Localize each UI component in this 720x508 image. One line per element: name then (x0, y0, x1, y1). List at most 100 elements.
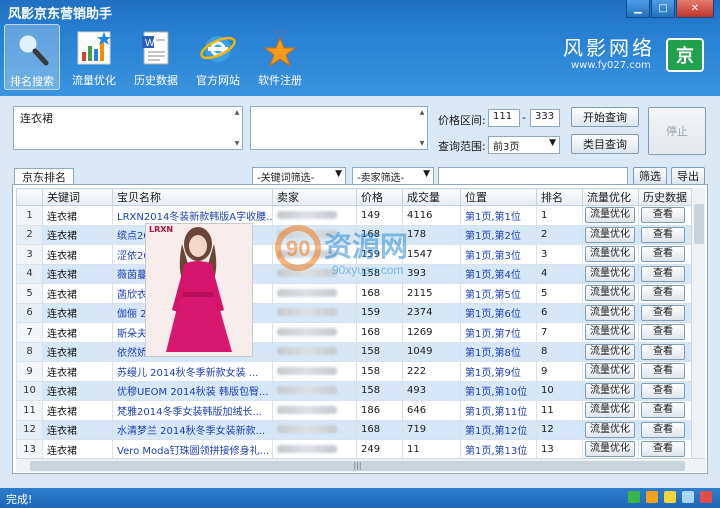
table-row[interactable]: 9 连衣裙 苏缦儿 2014秋冬季新款女装 ... 158 222 第1页,第9位 9 流量优… (16, 361, 691, 382)
seller-cell (272, 419, 357, 440)
column-header[interactable]: 历史数据 (638, 188, 691, 206)
grid-horizontal-scrollbar[interactable]: ||| (16, 458, 706, 472)
view-history-button[interactable]: 查看 (641, 285, 685, 302)
toolbar-traffic-optimize[interactable]: 流量优化 (66, 24, 122, 90)
table-row[interactable]: 11 连衣裙 梵雅2014冬季女装韩版加绒长... 186 646 第1页,第11位 11 流… (16, 400, 691, 421)
column-header[interactable]: 流量优化 (582, 188, 639, 206)
view-history-button[interactable]: 查看 (641, 363, 685, 380)
stop-button[interactable]: 停止 (648, 107, 706, 155)
position-cell: 第1页,第8位 (460, 341, 537, 362)
traffic-optimize-button[interactable]: 流量优化 (585, 207, 635, 224)
product-name-cell[interactable]: 苏缦儿 2014秋冬季新款女装 ... (112, 361, 273, 382)
secondary-scrollbar[interactable]: ▲ ▼ (417, 107, 427, 149)
table-row[interactable]: 13 连衣裙 Vero Moda钉珠圆领拼接修身礼... 249 11 第1页,第13位 1… (16, 439, 691, 458)
row-index: 2 (16, 224, 43, 245)
toolbar-history-data[interactable]: W 历史数据 (128, 24, 184, 90)
start-query-button[interactable]: 开始查询 (571, 107, 639, 127)
scroll-thumb[interactable] (694, 204, 704, 244)
history-cell: 查看 (638, 244, 691, 265)
view-history-button[interactable]: 查看 (641, 265, 685, 282)
traffic-optimize-button[interactable]: 流量优化 (585, 226, 635, 243)
table-row[interactable]: 6 连衣裙 伽俪 2 159 2374 第1页,第6位 6 流量优化 查看 (16, 302, 691, 323)
view-history-button[interactable]: 查看 (641, 304, 685, 321)
keyword-input-secondary[interactable]: ▲ ▼ (250, 106, 428, 150)
view-history-button[interactable]: 查看 (641, 402, 685, 419)
traffic-optimize-button[interactable]: 流量优化 (585, 382, 635, 399)
product-name-cell[interactable]: Vero Moda钉珠圆领拼接修身礼... (112, 439, 273, 458)
position-cell: 第1页,第12位 (460, 419, 537, 440)
optimize-cell: 流量优化 (582, 322, 639, 343)
price-cell: 168 (356, 322, 403, 343)
price-max-input[interactable]: 333 (530, 109, 560, 127)
view-history-button[interactable]: 查看 (641, 382, 685, 399)
view-history-button[interactable]: 查看 (641, 324, 685, 341)
column-header[interactable] (16, 188, 43, 206)
rank-cell: 12 (536, 419, 583, 440)
rank-cell: 9 (536, 361, 583, 382)
optimize-cell: 流量优化 (582, 439, 639, 458)
traffic-optimize-button[interactable]: 流量优化 (585, 246, 635, 263)
scroll-thumb[interactable]: ||| (30, 461, 685, 471)
column-header[interactable]: 价格 (356, 188, 403, 206)
toolbar-label: 官方网站 (196, 74, 240, 87)
column-header[interactable]: 卖家 (272, 188, 357, 206)
seller-filter-select[interactable]: -卖家筛选- ▼ (352, 167, 434, 185)
keyword-cell: 连衣裙 (42, 341, 113, 362)
view-history-button[interactable]: 查看 (641, 207, 685, 224)
table-row[interactable]: 12 连衣裙 水清梦兰 2014秋冬季女装新款... 168 719 第1页,第12位 12… (16, 419, 691, 440)
tab-jd-rank[interactable]: 京东排名 (14, 168, 74, 185)
product-name-cell[interactable]: 优穆UEOM 2014秋装 韩版包臀... (112, 380, 273, 401)
keyword-cell: 连衣裙 (42, 263, 113, 284)
column-header[interactable]: 宝贝名称 (112, 188, 273, 206)
column-header[interactable]: 关键词 (42, 188, 113, 206)
keyword-scrollbar[interactable]: ▲ ▼ (232, 107, 242, 149)
price-cell: 186 (356, 400, 403, 421)
category-query-button[interactable]: 类目查询 (571, 134, 639, 154)
traffic-optimize-button[interactable]: 流量优化 (585, 304, 635, 321)
table-row[interactable]: 5 连衣裙 菡欣衣 168 2115 第1页,第5位 5 流量优化 查看 (16, 283, 691, 304)
column-header[interactable]: 位置 (460, 188, 537, 206)
column-header[interactable]: 成交量 (402, 188, 461, 206)
keyword-input[interactable]: 连衣裙 ▲ ▼ (13, 106, 243, 150)
toolbar-register[interactable]: 软件注册 (252, 24, 308, 90)
traffic-optimize-button[interactable]: 流量优化 (585, 421, 635, 438)
optimize-cell: 流量优化 (582, 205, 639, 226)
export-button[interactable]: 导出 (671, 167, 705, 185)
table-row[interactable]: 7 连衣裙 斯朵夫 168 1269 第1页,第7位 7 流量优化 查看 (16, 322, 691, 343)
sales-cell: 2374 (402, 302, 461, 323)
price-min-input[interactable]: 111 (488, 109, 520, 127)
view-history-button[interactable]: 查看 (641, 246, 685, 263)
view-history-button[interactable]: 查看 (641, 441, 685, 458)
product-name-cell[interactable]: 水清梦兰 2014秋冬季女装新款... (112, 419, 273, 440)
toolbar-rank-search[interactable]: 排名搜索 (4, 24, 60, 90)
view-history-button[interactable]: 查看 (641, 343, 685, 360)
traffic-optimize-button[interactable]: 流量优化 (585, 363, 635, 380)
toolbar-official-site[interactable]: 官方网站 (190, 24, 246, 90)
traffic-optimize-button[interactable]: 流量优化 (585, 324, 635, 341)
traffic-optimize-button[interactable]: 流量优化 (585, 402, 635, 419)
query-range-select[interactable]: 前3页 ▼ (488, 136, 560, 154)
traffic-optimize-button[interactable]: 流量优化 (585, 441, 635, 458)
close-icon[interactable]: ✕ (676, 0, 714, 18)
table-row[interactable]: 10 连衣裙 优穆UEOM 2014秋装 韩版包臀... 158 493 第1页,第10位… (16, 380, 691, 401)
sales-cell: 493 (402, 380, 461, 401)
seller-cell (272, 322, 357, 343)
keyword-filter-select[interactable]: -关键词筛选- ▼ (252, 167, 346, 185)
maximize-icon[interactable]: □ (651, 0, 675, 18)
filter-text-input[interactable] (438, 167, 628, 185)
traffic-optimize-button[interactable]: 流量优化 (585, 343, 635, 360)
view-history-button[interactable]: 查看 (641, 226, 685, 243)
minimize-icon[interactable]: ▁ (626, 0, 650, 18)
product-name-cell[interactable]: 梵雅2014冬季女装韩版加绒长... (112, 400, 273, 421)
table-row[interactable]: 8 连衣裙 依然娇 158 1049 第1页,第8位 8 流量优化 查看 (16, 341, 691, 362)
price-cell: 159 (356, 302, 403, 323)
view-history-button[interactable]: 查看 (641, 421, 685, 438)
grid-vertical-scrollbar[interactable] (691, 188, 705, 458)
filter-button[interactable]: 筛选 (633, 167, 667, 185)
keyword-cell: 连衣裙 (42, 244, 113, 265)
column-header[interactable]: 排名 (536, 188, 583, 206)
chevron-down-icon: ▼ (423, 169, 430, 179)
price-cell: 249 (356, 439, 403, 458)
traffic-optimize-button[interactable]: 流量优化 (585, 265, 635, 282)
traffic-optimize-button[interactable]: 流量优化 (585, 285, 635, 302)
